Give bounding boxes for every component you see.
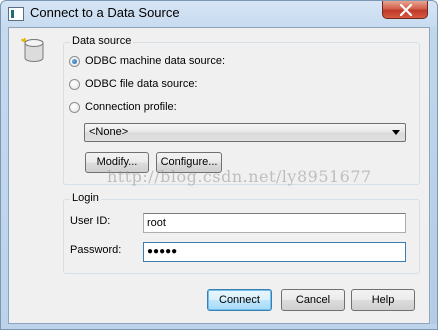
radio-button-checked[interactable] [69, 55, 80, 67]
select-value: <None> [89, 126, 129, 138]
close-button[interactable] [382, 1, 428, 19]
connect-button[interactable]: Connect [207, 289, 272, 311]
user-id-field[interactable]: root [143, 213, 406, 233]
radio-label-connection-profile: Connection profile: [85, 101, 177, 113]
radio-label-odbc-machine: ODBC machine data source: [85, 55, 226, 67]
cancel-button[interactable]: Cancel [281, 289, 345, 311]
title-bar[interactable]: Connect to a Data Source [1, 1, 437, 27]
radio-odbc-file[interactable]: ODBC file data source: [69, 76, 198, 92]
dialog-window: Connect to a Data Source Data source ODB… [0, 0, 438, 330]
window-title: Connect to a Data Source [30, 5, 180, 20]
radio-label-odbc-file: ODBC file data source: [85, 78, 198, 90]
connection-profile-select[interactable]: <None> [84, 123, 406, 142]
user-id-label: User ID: [70, 215, 111, 227]
window-app-icon [8, 7, 24, 21]
database-icon [21, 37, 44, 62]
radio-odbc-machine[interactable]: ODBC machine data source: [69, 53, 225, 69]
password-field[interactable]: ●●●●● [143, 242, 406, 262]
radio-connection-profile[interactable]: Connection profile: [69, 99, 177, 115]
radio-button[interactable] [69, 78, 80, 90]
help-button[interactable]: Help [351, 289, 415, 311]
radio-button[interactable] [69, 101, 80, 113]
data-source-group: Data source ODBC machine data source: OD… [63, 35, 420, 185]
watermark-text: http://blog.csdn.net/ly8951677 [107, 167, 372, 186]
login-group: Login User ID: root Password: ●●●●● [63, 192, 420, 274]
window-frame-edge [431, 27, 437, 324]
close-icon [399, 4, 413, 16]
dropdown-arrow-icon[interactable] [392, 130, 400, 135]
data-source-legend: Data source [70, 35, 134, 47]
password-label: Password: [70, 244, 122, 256]
login-legend: Login [70, 192, 101, 204]
